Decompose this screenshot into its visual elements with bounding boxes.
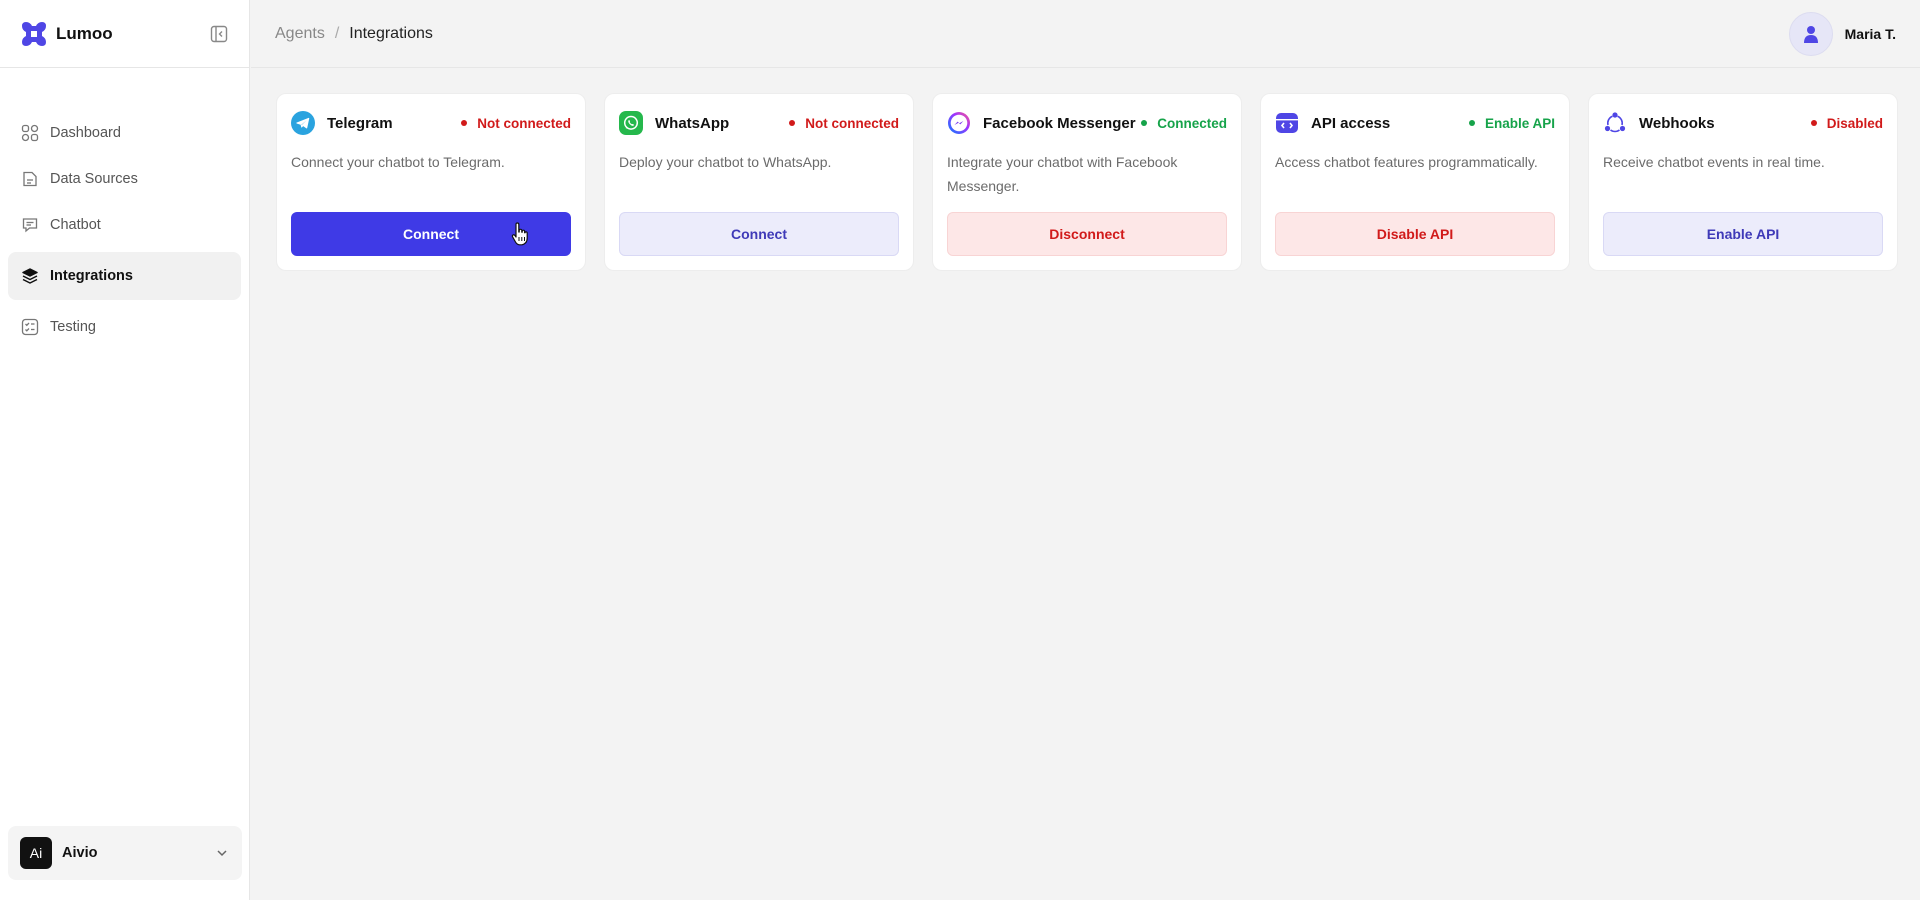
sidebar-item-chatbot[interactable]: Chatbot (8, 202, 241, 248)
dashboard-grid-icon (20, 123, 40, 143)
integration-description: Access chatbot features programmatically… (1275, 154, 1538, 170)
breadcrumb-separator: / (334, 24, 340, 42)
status-dot (461, 120, 468, 126)
sidebar-collapse-icon (210, 25, 228, 43)
status-text: Disabled (1826, 115, 1883, 131)
workspace-switcher[interactable]: Ai Aivio (8, 826, 242, 880)
messenger-icon (947, 111, 971, 135)
status-text: Not connected (805, 115, 899, 131)
user-icon (1803, 26, 1818, 43)
workspace-badge: Ai (20, 837, 52, 869)
status-badge: Connected (1141, 116, 1227, 131)
integration-card-messenger: Facebook Messenger Connected Integrate y… (932, 93, 1242, 271)
sidebar-item-label: Dashboard (50, 125, 121, 141)
webhooks-enable-button[interactable]: Enable API (1603, 212, 1883, 256)
integration-title: Telegram (327, 114, 393, 132)
collapse-sidebar-button[interactable] (209, 24, 229, 44)
messenger-disconnect-button[interactable]: Disconnect (947, 212, 1227, 256)
sidebar: Lumoo Dashboard Data Sources Chatbot Int… (0, 0, 250, 900)
status-text: Connected (1157, 115, 1227, 131)
status-dot (1468, 120, 1475, 126)
breadcrumb: Agents / Integrations (275, 25, 433, 43)
api-icon (1275, 111, 1299, 135)
sidebar-item-label: Testing (50, 319, 96, 335)
brand-name: Lumoo (56, 23, 113, 43)
chat-bubble-icon (20, 215, 40, 235)
checklist-icon (20, 317, 40, 337)
integration-title: Facebook Messenger (983, 114, 1136, 132)
integration-title: WhatsApp (655, 114, 730, 132)
whatsapp-icon (619, 111, 643, 135)
webhooks-icon (1603, 111, 1627, 135)
sidebar-item-dashboard[interactable]: Dashboard (8, 110, 241, 156)
status-badge: Enable API (1468, 115, 1555, 131)
status-dot (1810, 120, 1817, 126)
integration-card-webhooks: Webhooks Disabled Receive chatbot events… (1588, 93, 1898, 271)
status-dot (1141, 120, 1148, 126)
telegram-connect-button[interactable]: Connect (291, 212, 571, 256)
sidebar-item-label: Integrations (50, 268, 133, 284)
breadcrumb-agents-link[interactable]: Agents (275, 25, 325, 43)
sidebar-item-integrations[interactable]: Integrations (8, 252, 241, 300)
integration-card-api-access: API access Enable API Access chatbot fea… (1260, 93, 1570, 271)
chevron-down-icon (214, 845, 230, 861)
brand-header: Lumoo (0, 0, 249, 68)
disable-api-button[interactable]: Disable API (1275, 212, 1555, 256)
status-text: Not connected (477, 115, 571, 131)
user-menu[interactable]: Maria T. (1788, 12, 1896, 56)
integration-card-whatsapp: WhatsApp Not connected Deploy your chatb… (604, 93, 914, 271)
status-badge: Disabled (1810, 115, 1883, 131)
layers-icon (20, 266, 40, 286)
status-dot (789, 120, 796, 126)
workspace-name: Aivio (62, 845, 98, 861)
integration-description: Receive chatbot events in real time. (1603, 154, 1825, 170)
sidebar-item-label: Chatbot (50, 217, 101, 233)
breadcrumb-current: Integrations (349, 24, 433, 42)
integration-description: Integrate your chatbot with Facebook Mes… (947, 154, 1178, 194)
sidebar-item-testing[interactable]: Testing (8, 304, 241, 350)
top-header: Agents / Integrations Maria T. (251, 0, 1920, 68)
status-badge: Not connected (789, 116, 899, 131)
integration-description: Deploy your chatbot to WhatsApp. (619, 154, 832, 170)
integration-title: Webhooks (1639, 114, 1715, 132)
integration-title: API access (1311, 114, 1391, 132)
sidebar-nav: Dashboard Data Sources Chatbot Integrati… (0, 68, 249, 350)
user-name: Maria T. (1844, 26, 1896, 42)
document-icon (20, 169, 40, 189)
integrations-grid: Telegram Not connected Connect your chat… (276, 93, 1898, 271)
integration-description: Connect your chatbot to Telegram. (291, 154, 505, 170)
avatar (1788, 12, 1833, 56)
status-badge: Not connected (461, 116, 571, 131)
sidebar-item-label: Data Sources (50, 171, 138, 187)
status-text: Enable API (1484, 115, 1555, 131)
sidebar-item-data-sources[interactable]: Data Sources (8, 156, 241, 202)
integration-card-telegram: Telegram Not connected Connect your chat… (276, 93, 586, 271)
whatsapp-connect-button[interactable]: Connect (619, 212, 899, 256)
telegram-icon (291, 111, 315, 135)
lumoo-logo-icon (22, 21, 46, 46)
